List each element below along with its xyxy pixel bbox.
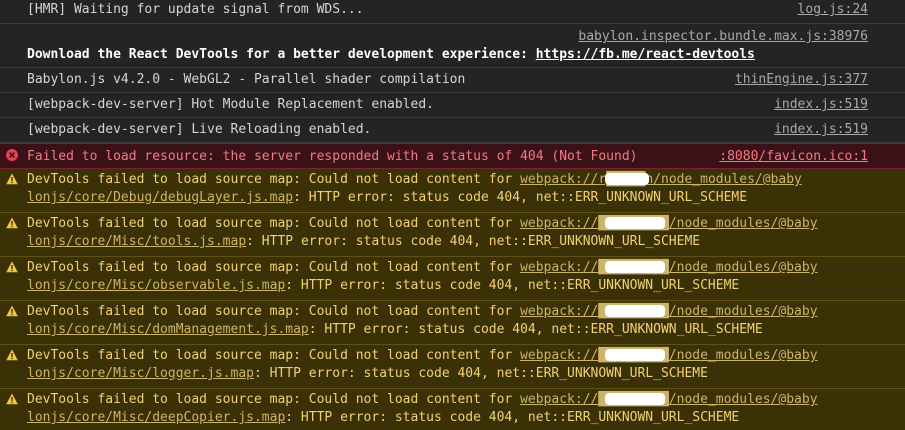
source-map-link[interactable]: webpack://r█████n/node_modules/@baby: [520, 172, 802, 187]
source-map-link[interactable]: webpack://█████████/node_modules/@baby: [520, 304, 817, 319]
console-warning: DevTools failed to load source map: Coul…: [0, 345, 905, 389]
source-map-link[interactable]: lonjs/core/Misc/deepCopier.js.map: [27, 410, 285, 425]
console-warning: DevTools failed to load source map: Coul…: [0, 257, 905, 301]
warning-text: : HTTP error: status code 404, net::ERR_…: [308, 322, 763, 337]
warning-triangle-icon: [6, 261, 18, 273]
warning-text: DevTools failed to load source map: Coul…: [27, 304, 521, 319]
console-warning: DevTools failed to load source map: Coul…: [0, 389, 905, 430]
redacted-text: █████████: [598, 304, 669, 319]
redacted-text: █████████: [598, 260, 669, 275]
message-text: [webpack-dev-server] Live Reloading enab…: [27, 122, 372, 137]
console-message: babylon.inspector.bundle.max.js:38976 Do…: [0, 24, 905, 68]
source-map-link[interactable]: lonjs/core/Debug/debugLayer.js.map: [27, 190, 293, 205]
warning-triangle-icon: [6, 217, 18, 229]
message-text: [HMR] Waiting for update signal from WDS…: [27, 2, 364, 17]
source-link[interactable]: index.js:519: [774, 96, 868, 114]
warning-text: : HTTP error: status code 404, net::ERR_…: [285, 278, 740, 293]
message-text: Babylon.js v4.2.0 - WebGL2 - Parallel sh…: [27, 72, 466, 87]
redacted-text: █████████: [598, 216, 669, 231]
redacted-text: r█████n: [598, 172, 654, 187]
source-link[interactable]: babylon.inspector.bundle.max.js:38976: [578, 28, 868, 46]
console-message: [HMR] Waiting for update signal from WDS…: [0, 0, 905, 24]
console-log: [HMR] Waiting for update signal from WDS…: [0, 0, 905, 430]
source-map-link[interactable]: webpack://█████████/node_modules/@baby: [520, 348, 817, 363]
warning-triangle-icon: [6, 173, 18, 185]
warning-text: DevTools failed to load source map: Coul…: [27, 392, 521, 407]
warning-triangle-icon: [6, 305, 18, 317]
warning-text: DevTools failed to load source map: Coul…: [27, 348, 521, 363]
source-map-link[interactable]: lonjs/core/Misc/observable.js.map: [27, 278, 285, 293]
source-link[interactable]: :8080/favicon.ico:1: [719, 148, 868, 166]
error-text: Failed to load resource: the server resp…: [27, 149, 638, 164]
source-map-link[interactable]: webpack://█████████/node_modules/@baby: [520, 216, 817, 231]
message-text: Download the React DevTools for a better…: [27, 47, 536, 62]
console-error: Failed to load resource: the server resp…: [0, 143, 905, 169]
warning-text: : HTTP error: status code 404, net::ERR_…: [253, 366, 708, 381]
warning-triangle-icon: [6, 349, 18, 361]
source-link[interactable]: index.js:519: [774, 121, 868, 139]
redacted-text: █████████: [598, 348, 669, 363]
console-message: [webpack-dev-server] Hot Module Replacem…: [0, 93, 905, 118]
console-warning: DevTools failed to load source map: Coul…: [0, 169, 905, 213]
warning-triangle-icon: [6, 393, 18, 405]
source-map-link[interactable]: lonjs/core/Misc/logger.js.map: [27, 366, 254, 381]
react-devtools-link[interactable]: https://fb.me/react-devtools: [536, 47, 755, 62]
warning-text: : HTTP error: status code 404, net::ERR_…: [293, 190, 748, 205]
console-warning: DevTools failed to load source map: Coul…: [0, 213, 905, 257]
source-map-link[interactable]: lonjs/core/Misc/tools.js.map: [27, 234, 246, 249]
warning-text: : HTTP error: status code 404, net::ERR_…: [246, 234, 701, 249]
console-warning: DevTools failed to load source map: Coul…: [0, 301, 905, 345]
warning-text: : HTTP error: status code 404, net::ERR_…: [285, 410, 740, 425]
source-link[interactable]: thinEngine.js:377: [735, 71, 868, 89]
warning-text: DevTools failed to load source map: Coul…: [27, 260, 521, 275]
console-message: [webpack-dev-server] Live Reloading enab…: [0, 118, 905, 143]
warning-text: DevTools failed to load source map: Coul…: [27, 216, 521, 231]
error-circle-icon: [6, 149, 18, 161]
message-text: [webpack-dev-server] Hot Module Replacem…: [27, 97, 434, 112]
source-map-link[interactable]: webpack://█████████/node_modules/@baby: [520, 392, 817, 407]
source-map-link[interactable]: webpack://█████████/node_modules/@baby: [520, 260, 817, 275]
console-message: Babylon.js v4.2.0 - WebGL2 - Parallel sh…: [0, 68, 905, 93]
source-map-link[interactable]: lonjs/core/Misc/domManagement.js.map: [27, 322, 309, 337]
warning-text: DevTools failed to load source map: Coul…: [27, 172, 521, 187]
source-link[interactable]: log.js:24: [798, 1, 868, 19]
redacted-text: █████████: [598, 392, 669, 407]
